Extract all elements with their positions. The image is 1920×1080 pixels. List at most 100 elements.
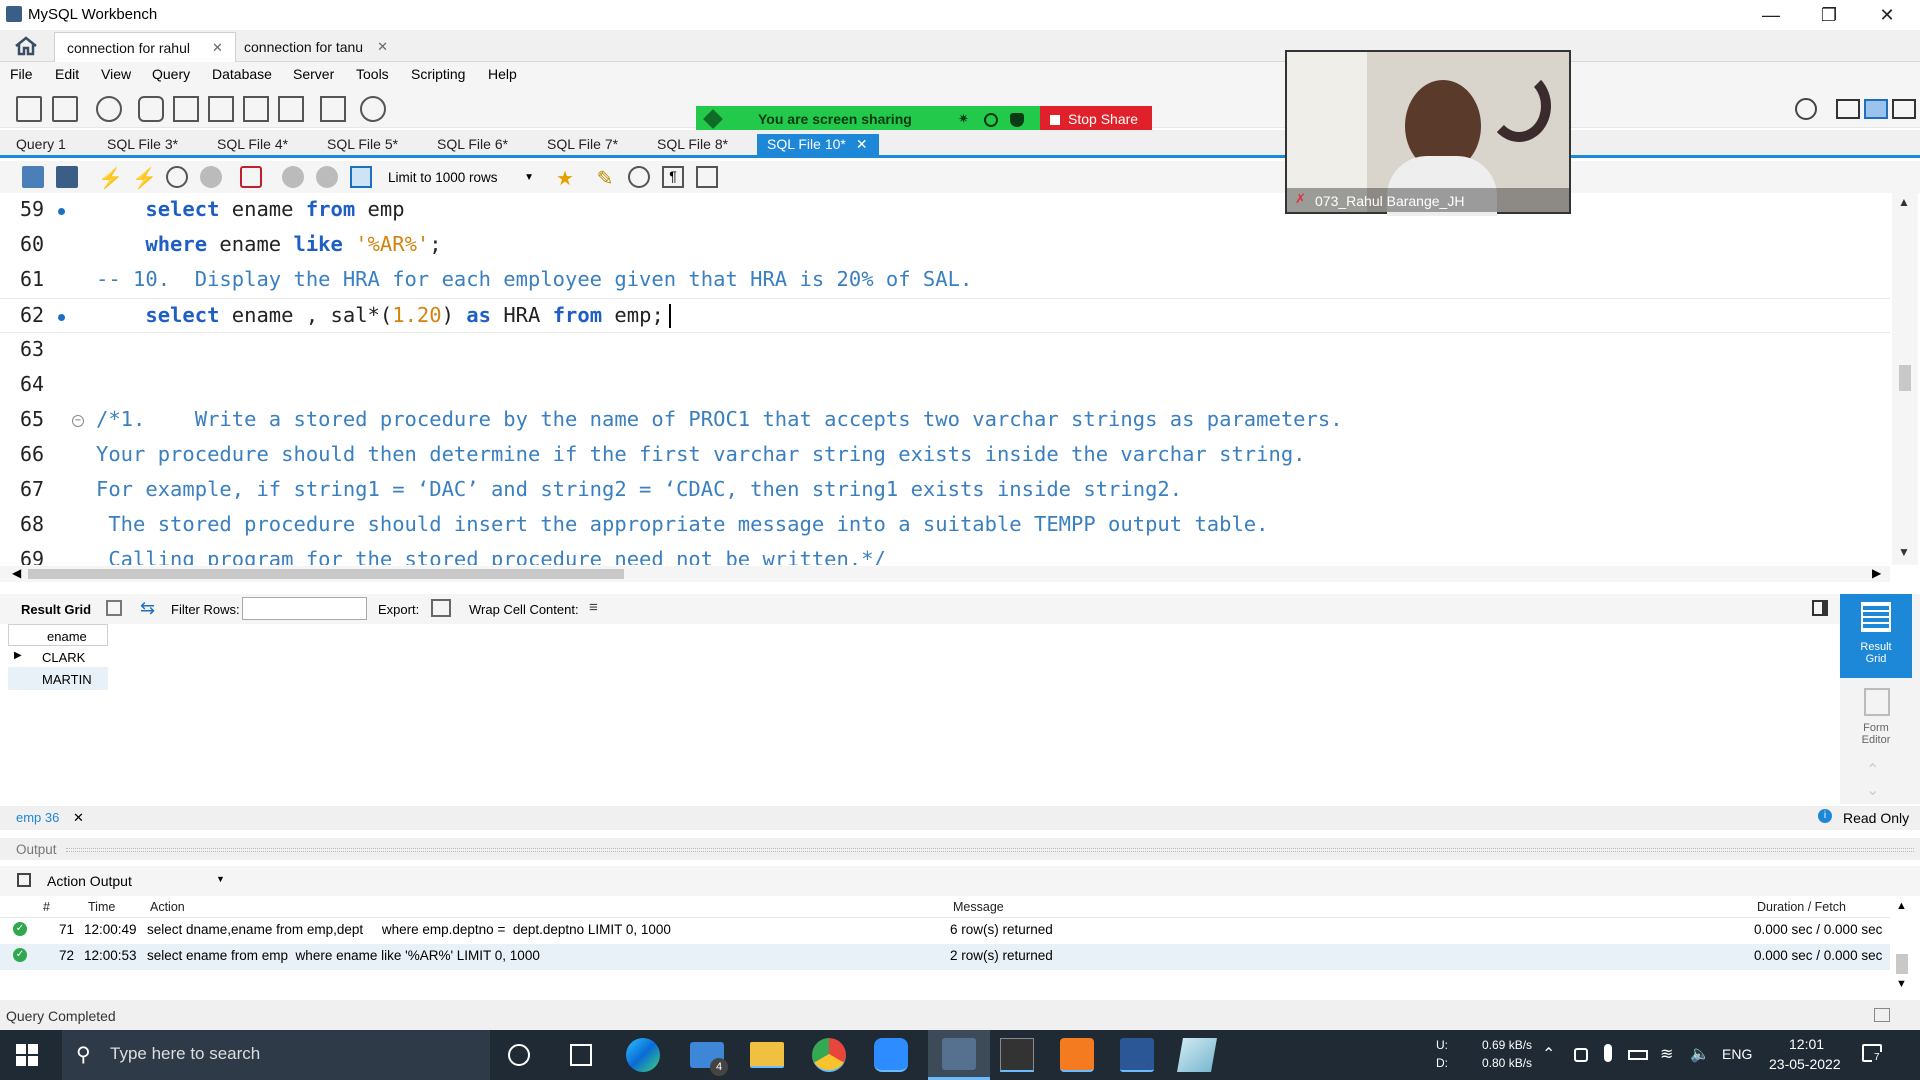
close-tab-icon[interactable]: ✕ — [212, 40, 223, 56]
tab-sql-file-6[interactable]: SQL File 6* — [427, 134, 518, 156]
create-table-icon[interactable] — [173, 96, 199, 122]
inspector-icon[interactable] — [96, 96, 122, 122]
create-schema-icon[interactable] — [138, 96, 164, 122]
beautify-icon[interactable]: ✎ — [594, 166, 616, 190]
toggle-output-icon[interactable] — [1864, 99, 1888, 119]
chevron-down-icon[interactable]: ⌄ — [1866, 780, 1879, 800]
scroll-up-icon[interactable]: ▲ — [1898, 195, 1910, 209]
tab-sql-file-7[interactable]: SQL File 7* — [537, 134, 628, 156]
search-table-data-icon[interactable] — [320, 96, 346, 122]
tab-sql-file-10[interactable]: SQL File 10* ✕ — [757, 134, 879, 156]
notes-icon[interactable] — [1177, 1038, 1217, 1072]
workbench-taskbar-item[interactable] — [928, 1030, 990, 1080]
result-tab-emp[interactable]: emp 36 — [16, 810, 59, 825]
fold-icon[interactable]: − — [72, 415, 84, 427]
result-grid-side-button[interactable]: Result Grid — [1840, 594, 1912, 678]
word-wrap-icon[interactable] — [696, 166, 718, 188]
create-view-icon[interactable] — [208, 96, 234, 122]
microphone-icon[interactable] — [1604, 1044, 1612, 1062]
battery-icon[interactable] — [1628, 1050, 1648, 1060]
close-tab-icon[interactable]: ✕ — [73, 810, 84, 826]
meet-now-icon[interactable] — [1574, 1048, 1588, 1062]
chrome-icon[interactable] — [812, 1038, 846, 1072]
settings-icon[interactable] — [1795, 98, 1817, 120]
autocommit-icon[interactable] — [350, 166, 372, 188]
scrollbar-thumb[interactable] — [1899, 365, 1911, 391]
status-panel-icon[interactable] — [1874, 1008, 1890, 1022]
explain-icon[interactable] — [166, 166, 188, 188]
cell-ename[interactable]: CLARK — [42, 650, 85, 665]
create-function-icon[interactable] — [278, 96, 304, 122]
menu-view[interactable]: View — [101, 66, 131, 82]
open-sql-script-icon[interactable] — [52, 96, 78, 122]
add-snippet-icon[interactable]: ★ — [554, 166, 576, 190]
tray-chevron-icon[interactable]: ⌃ — [1542, 1044, 1555, 1064]
scrollbar-thumb[interactable] — [28, 569, 624, 579]
close-tab-icon[interactable]: ✕ — [856, 136, 868, 152]
mysql-shell-icon[interactable] — [1000, 1038, 1034, 1072]
windows-start-icon[interactable] — [16, 1044, 38, 1066]
form-editor-side-button[interactable]: Form Editor — [1840, 684, 1912, 754]
cortana-icon[interactable] — [508, 1044, 530, 1066]
zoom-icon[interactable] — [874, 1038, 908, 1072]
new-sql-tab-icon[interactable] — [16, 96, 42, 122]
toggle-sidebar-icon[interactable] — [1836, 99, 1860, 119]
connection-tab-tanu[interactable]: connection for tanu ✕ — [232, 32, 400, 62]
menu-tools[interactable]: Tools — [356, 66, 389, 82]
open-file-icon[interactable] — [22, 166, 44, 188]
invisible-chars-icon[interactable]: ¶ — [662, 166, 684, 188]
close-icon[interactable]: ✕ — [1858, 0, 1916, 30]
editor-horizontal-scrollbar[interactable]: ◀ ▶ — [0, 566, 1890, 582]
table-row[interactable]: ✓ 71 12:00:49 select dname,ename from em… — [0, 917, 1890, 943]
clock-date[interactable]: 23-05-2022 — [1769, 1056, 1841, 1072]
volume-icon[interactable]: 🔈 — [1690, 1044, 1710, 1064]
refresh-icon[interactable]: ⇆ — [140, 598, 155, 619]
tab-sql-file-8[interactable]: SQL File 8* — [647, 134, 738, 156]
reconnect-icon[interactable] — [360, 96, 386, 122]
toggle-panel-icon[interactable] — [1812, 600, 1828, 616]
commit-icon[interactable] — [282, 166, 304, 188]
stop-query-icon[interactable] — [200, 166, 222, 188]
menu-edit[interactable]: Edit — [55, 66, 79, 82]
scroll-down-icon[interactable]: ▼ — [1898, 545, 1910, 559]
wifi-icon[interactable]: ≋ — [1660, 1044, 1673, 1064]
clock-time[interactable]: 12:01 — [1789, 1036, 1824, 1052]
home-icon[interactable] — [14, 36, 38, 56]
close-tab-icon[interactable]: ✕ — [377, 39, 388, 55]
tab-query-1[interactable]: Query 1 — [6, 134, 76, 156]
menu-help[interactable]: Help — [488, 66, 517, 82]
table-row[interactable]: ▶ CLARK — [8, 646, 108, 668]
wrap-cell-icon[interactable]: ≡ — [589, 599, 598, 616]
connection-tab-rahul[interactable]: connection for rahul ✕ — [54, 32, 236, 62]
pin-icon[interactable]: ✷ — [958, 111, 969, 127]
video-preview[interactable]: ✗ 073_Rahul Barange_JH — [1285, 50, 1571, 216]
tab-sql-file-3[interactable]: SQL File 3* — [97, 134, 188, 156]
export-icon[interactable] — [431, 599, 451, 617]
execute-current-icon[interactable]: ⚡ — [132, 166, 157, 190]
table-row[interactable]: ✓ 72 12:00:53 select ename from emp wher… — [0, 944, 1890, 970]
editor-vertical-scrollbar[interactable]: ▲ ▼ — [1892, 193, 1918, 565]
copy-icon[interactable] — [17, 873, 31, 887]
restore-icon[interactable]: ❐ — [1800, 0, 1858, 30]
limit-rows-select[interactable]: Limit to 1000 rows ▼ — [388, 167, 538, 189]
tab-sql-file-5[interactable]: SQL File 5* — [317, 134, 408, 156]
sql-editor[interactable]: 59 select ename from emp 60 where ename … — [0, 193, 1890, 565]
tab-sql-file-4[interactable]: SQL File 4* — [207, 134, 298, 156]
minimize-icon[interactable]: — — [1742, 0, 1800, 30]
notification-center-icon[interactable]: 7 — [1862, 1044, 1882, 1063]
rollback-icon[interactable] — [316, 166, 338, 188]
language-indicator[interactable]: ENG — [1722, 1046, 1752, 1062]
execute-icon[interactable]: ⚡ — [98, 166, 123, 190]
scroll-up-icon[interactable]: ▲ — [1896, 900, 1907, 912]
taskbar-search-box[interactable]: ⚲ Type here to search — [62, 1030, 490, 1080]
menu-scripting[interactable]: Scripting — [411, 66, 465, 82]
edge-icon[interactable] — [626, 1038, 660, 1072]
menu-file[interactable]: File — [10, 66, 33, 82]
menu-query[interactable]: Query — [152, 66, 190, 82]
grid-icon[interactable] — [106, 600, 122, 616]
mail-icon[interactable]: 4 — [690, 1042, 728, 1076]
column-header-ename[interactable]: ename — [47, 629, 87, 644]
task-view-icon[interactable] — [570, 1044, 592, 1066]
scroll-left-icon[interactable]: ◀ — [12, 566, 21, 580]
word-icon[interactable] — [1120, 1038, 1154, 1072]
